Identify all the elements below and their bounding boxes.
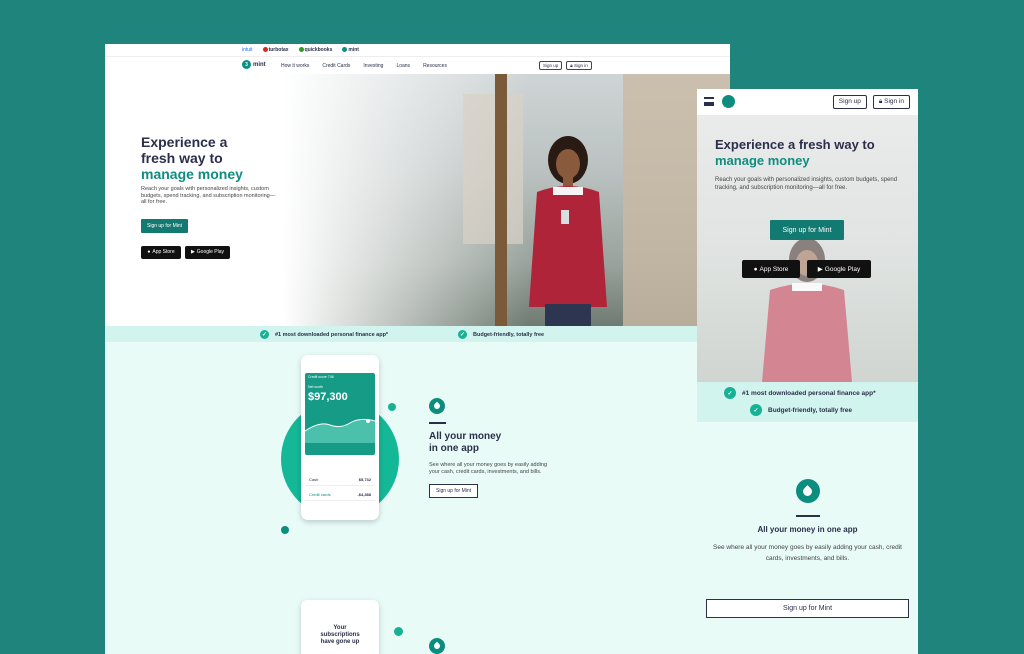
mobile-feature-title: All your money in one app [757, 525, 858, 534]
nav-loans[interactable]: Loans [396, 63, 410, 69]
feature-text: All your money in one app See where all … [429, 398, 559, 498]
mobile-auth-buttons: Sign up 🔒︎ Sign in [832, 95, 910, 109]
networth-card: Credit score 746 Net worth $97,300 [304, 373, 376, 455]
check-icon: ✓ [724, 387, 736, 399]
mobile-hero-signup-button[interactable]: Sign up for Mint [770, 220, 844, 240]
quickbooks-icon [298, 47, 304, 52]
app-store-button[interactable]: ● App Store [742, 260, 800, 278]
account-row-credit[interactable]: Credit cards -$4,388 [305, 488, 375, 501]
mint-icon [342, 47, 348, 52]
play-icon: ▶ [817, 266, 823, 273]
hero-text: Experience a fresh way to manage money R… [141, 134, 281, 259]
account-row-cash[interactable]: Cash $5,732 [305, 473, 375, 486]
bell-icon [394, 627, 403, 636]
nav-how-it-works[interactable]: How it works [281, 63, 309, 69]
top-nav: 3 mint How it works Credit Cards Investi… [105, 57, 730, 74]
mobile-hero-subtitle: Reach your goals with personalized insig… [715, 177, 898, 191]
brand-strip: intuit turbotax quickbooks mint [105, 44, 730, 57]
networth-chart [304, 418, 376, 443]
subscriptions-phone: Your subscriptions have gone up [301, 600, 379, 654]
nav-credit-cards[interactable]: Credit Cards [322, 63, 350, 69]
brand-mint[interactable]: mint [342, 47, 359, 53]
lock-icon: 🔒︎ [570, 63, 573, 68]
phone-mockup: Credit score 746 Net worth $97,300 Cash $… [301, 355, 379, 520]
nav-investing[interactable]: Investing [363, 63, 383, 69]
hero-signup-button[interactable]: Sign up for Mint [141, 218, 189, 233]
brand-turbotax[interactable]: turbotax [262, 47, 289, 53]
apple-icon: ● [147, 249, 151, 255]
divider [795, 515, 820, 517]
mobile-badges-bar: ✓ #1 most downloaded personal finance app… [697, 382, 918, 422]
nav-links: How it works Credit Cards Investing Loan… [281, 63, 447, 69]
mobile-nav: Sign up 🔒︎ Sign in [697, 89, 918, 115]
mobile-signin-button[interactable]: 🔒︎ Sign in [872, 95, 910, 109]
desktop-mockup: intuit turbotax quickbooks mint 3 mint H… [105, 44, 730, 654]
mint-drop-icon [795, 479, 820, 503]
app-store-button[interactable]: ● App Store [141, 245, 181, 259]
menu-icon[interactable] [704, 97, 714, 106]
mobile-store-badges: ● App Store ▶ Google Play [742, 260, 871, 278]
divider [429, 422, 446, 424]
mobile-hero: Experience a fresh way to manage money R… [697, 115, 918, 382]
mint-logo-icon[interactable] [722, 95, 735, 108]
hero-subtitle: Reach your goals with personalized insig… [141, 186, 276, 205]
hero-title: Experience a fresh way to manage money [141, 134, 243, 182]
badge-downloaded: ✓ #1 most downloaded personal finance app… [724, 387, 876, 399]
badges-bar: ✓ #1 most downloaded personal finance app… [105, 326, 730, 342]
badge-free: ✓ Budget-friendly, totally free [750, 404, 852, 416]
mobile-feature-body: See where all your money goes by easily … [713, 544, 902, 562]
badge-downloaded: ✓ #1 most downloaded personal finance app… [260, 330, 389, 339]
mobile-hero-title: Experience a fresh way to manage money [715, 137, 875, 168]
mobile-feature: All your money in one app See where all … [697, 479, 918, 618]
signup-button[interactable]: Sign up [539, 61, 563, 70]
lock-icon: 🔒︎ [878, 98, 883, 105]
check-icon: ✓ [260, 330, 269, 339]
auth-buttons: Sign up 🔒︎ Sign in [539, 61, 592, 70]
check-icon: ✓ [750, 404, 762, 416]
mobile-mockup: Sign up 🔒︎ Sign in Experience a fresh wa… [697, 89, 918, 654]
google-play-button[interactable]: ▶ Google Play [807, 260, 871, 278]
badge-free: ✓ Budget-friendly, totally free [458, 330, 545, 339]
google-play-button[interactable]: ▶ Google Play [185, 245, 230, 259]
brand-intuit[interactable]: intuit [242, 47, 253, 53]
turbotax-icon [262, 47, 268, 52]
hero-section: Experience a fresh way to manage money R… [105, 74, 730, 326]
mint-logo-icon: 3 [242, 60, 251, 69]
signin-button[interactable]: 🔒︎ Sign in [566, 61, 592, 70]
nav-resources[interactable]: Resources [423, 63, 447, 69]
apple-icon: ● [753, 265, 758, 273]
brand-quickbooks[interactable]: quickbooks [298, 47, 332, 53]
store-badges: ● App Store ▶ Google Play [141, 245, 281, 259]
feature-title: All your money in one app [429, 431, 502, 454]
mint-drop-icon [429, 398, 445, 414]
play-icon: ▶ [190, 249, 195, 255]
mint-logo[interactable]: 3 mint [242, 60, 266, 69]
mobile-feature-signup-button[interactable]: Sign up for Mint [706, 599, 909, 618]
feature-signup-button[interactable]: Sign up for Mint [429, 484, 479, 498]
hero-photo [283, 74, 730, 326]
mint-drop-icon [429, 638, 445, 654]
check-icon: ✓ [458, 330, 467, 339]
feature-body: See where all your money goes by easily … [429, 462, 548, 475]
woman-figure [529, 136, 607, 326]
mobile-signup-button[interactable]: Sign up [832, 95, 867, 109]
